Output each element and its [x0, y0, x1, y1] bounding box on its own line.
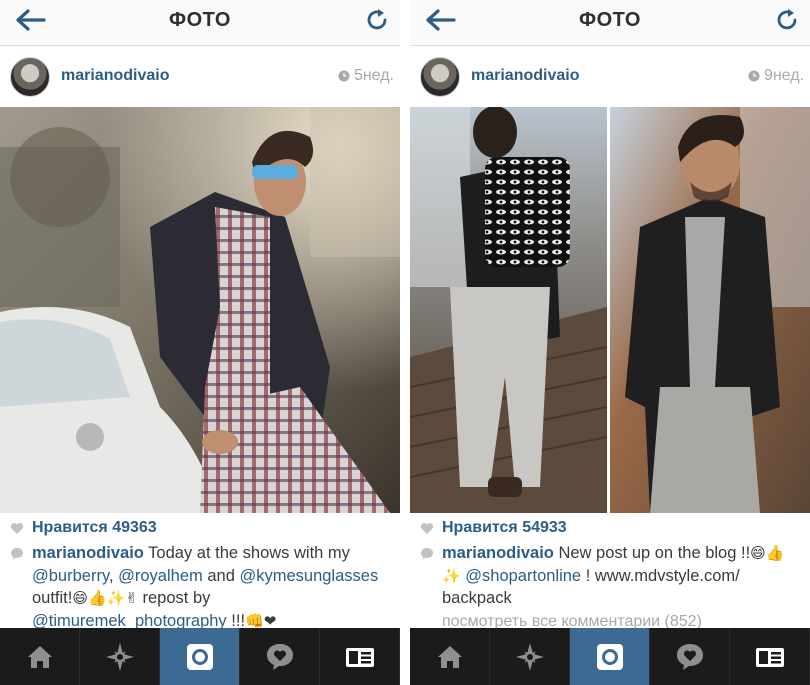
- caption-username[interactable]: marianodivaio: [32, 544, 144, 562]
- tab-activity[interactable]: [650, 628, 730, 685]
- tab-explore[interactable]: [490, 628, 570, 685]
- comment-bubble-icon: [421, 548, 433, 560]
- tab-profile[interactable]: [730, 628, 810, 685]
- caption-username[interactable]: marianodivaio: [442, 544, 554, 562]
- heart-icon: [420, 522, 434, 534]
- refresh-icon[interactable]: [364, 7, 390, 33]
- tab-explore[interactable]: [80, 628, 160, 685]
- mention-link[interactable]: @royalhem: [118, 567, 203, 585]
- time-label: 9нед.: [763, 67, 804, 84]
- emoji-group: 👊❤: [245, 611, 277, 630]
- screen-divider: [400, 0, 410, 685]
- tab-home[interactable]: [410, 628, 490, 685]
- clock-icon: [748, 70, 760, 82]
- post-time: 5нед.: [338, 67, 394, 85]
- avatar[interactable]: [10, 57, 50, 97]
- tab-activity[interactable]: [240, 628, 320, 685]
- profile-icon: [345, 647, 374, 667]
- mention-link[interactable]: @timuremek_photography: [32, 612, 227, 630]
- post-header: marianodivaio 5нед.: [0, 47, 400, 107]
- activity-icon: [676, 643, 703, 670]
- nav-header: ФОТО: [0, 0, 400, 46]
- page-title: ФОТО: [579, 9, 641, 31]
- likes-label: Нравится 54933: [442, 519, 567, 536]
- tab-profile[interactable]: [320, 628, 400, 685]
- explore-icon: [105, 642, 134, 671]
- tab-home[interactable]: [0, 628, 80, 685]
- post-username[interactable]: marianodivaio: [471, 67, 579, 85]
- post-time: 9нед.: [748, 67, 804, 85]
- tab-camera[interactable]: [570, 628, 650, 685]
- post-header: marianodivaio 9нед.: [410, 47, 810, 107]
- profile-icon: [755, 647, 784, 667]
- caption-text: marianodivaio New post up on the blog !!…: [442, 544, 785, 630]
- page-title: ФОТО: [169, 9, 231, 31]
- nav-header: ФОТО: [410, 0, 810, 46]
- likes-label: Нравится 49363: [32, 519, 157, 536]
- home-icon: [27, 645, 52, 668]
- instagram-screen-right: ФОТО marianodivaio 9нед. Нравится 54933 …: [410, 0, 810, 685]
- post-photo[interactable]: [410, 107, 810, 513]
- post-caption: marianodivaio New post up on the blog !!…: [420, 542, 800, 633]
- camera-icon: [596, 643, 623, 670]
- home-icon: [437, 645, 462, 668]
- post-username[interactable]: marianodivaio: [61, 67, 169, 85]
- time-label: 5нед.: [353, 67, 394, 84]
- emoji-group: 😄👍✨✌: [72, 589, 138, 607]
- likes-count[interactable]: Нравится 49363: [10, 519, 157, 537]
- heart-icon: [10, 522, 24, 534]
- tab-bar: [0, 628, 400, 685]
- avatar[interactable]: [420, 57, 460, 97]
- post-caption: marianodivaio Today at the shows with my…: [10, 542, 390, 632]
- refresh-icon[interactable]: [774, 7, 800, 33]
- instagram-screen-left: ФОТО marianodivaio 5нед. Нравится 49363 …: [0, 0, 400, 685]
- mention-link[interactable]: @burberry: [32, 567, 109, 585]
- caption-text: marianodivaio Today at the shows with my…: [32, 544, 379, 630]
- mention-link[interactable]: @kymesunglasses: [239, 567, 378, 585]
- comment-bubble-icon: [11, 548, 23, 560]
- likes-count[interactable]: Нравится 54933: [420, 519, 567, 537]
- mention-link[interactable]: @shopartonline: [465, 567, 581, 585]
- clock-icon: [338, 70, 350, 82]
- explore-icon: [515, 642, 544, 671]
- tab-bar: [410, 628, 810, 685]
- tab-camera[interactable]: [160, 628, 240, 685]
- view-all-comments-link[interactable]: посмотреть все комментарии (852): [442, 613, 702, 630]
- camera-icon: [186, 643, 213, 670]
- activity-icon: [266, 643, 293, 670]
- post-photo[interactable]: [0, 107, 400, 513]
